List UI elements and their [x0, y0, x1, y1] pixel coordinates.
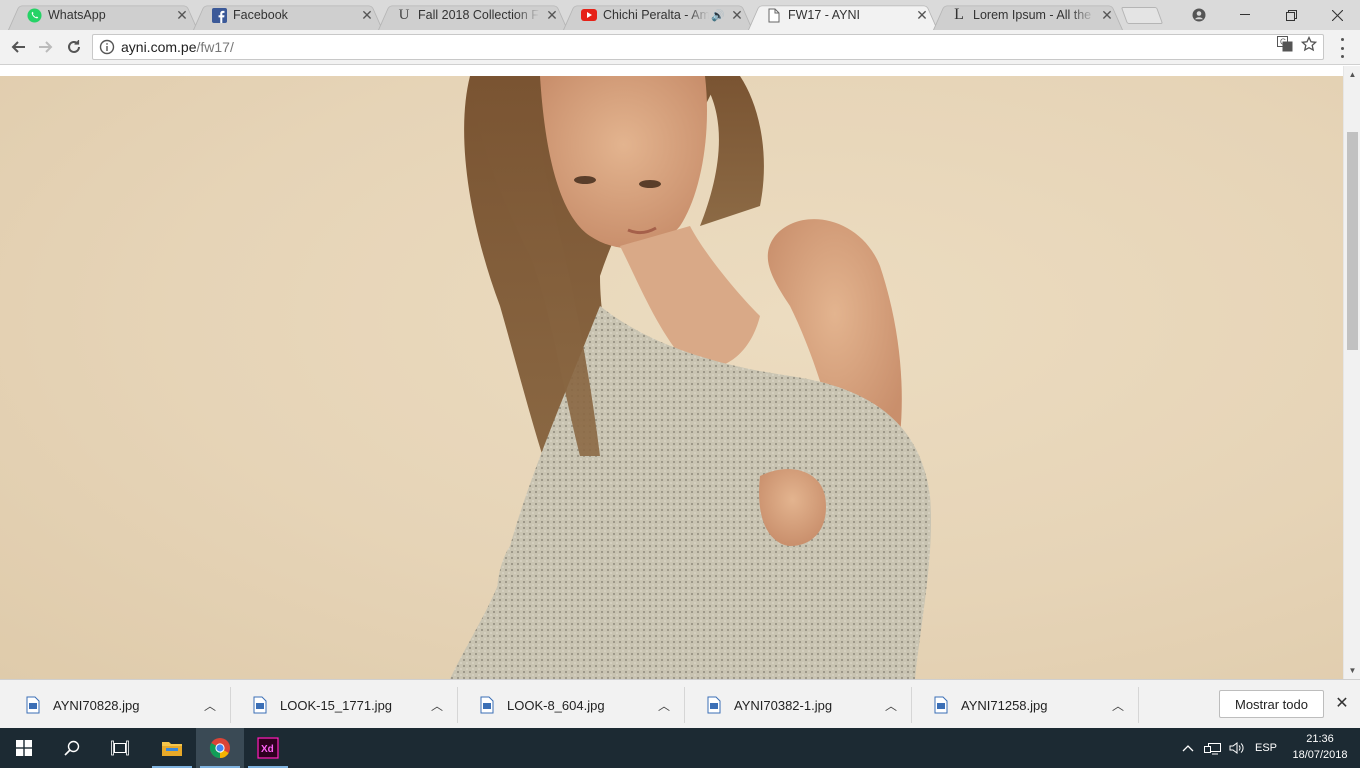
language-indicator[interactable]: ESP [1252, 728, 1280, 768]
image-file-icon [26, 696, 40, 714]
download-item[interactable]: AYNI70382-1.jpg ︿ [685, 687, 912, 723]
windows-taskbar: Xd ESP 21:36 18/07/2018 [0, 728, 1360, 768]
svg-text:G: G [1280, 38, 1286, 47]
tab-fw17-ayni[interactable]: FW17 - AYNI ✕ [748, 0, 938, 30]
new-tab-button[interactable] [1120, 7, 1164, 24]
unsplash-icon: U [398, 6, 410, 23]
whatsapp-icon [26, 7, 42, 23]
close-tab-icon[interactable]: ✕ [914, 7, 930, 23]
close-tab-icon[interactable]: ✕ [1099, 7, 1115, 23]
tab-youtube[interactable]: Chichi Peralta - Amor 🔊 ✕ [563, 0, 753, 30]
chevron-up-icon[interactable]: ︿ [655, 697, 673, 714]
download-filename: LOOK-8_604.jpg [507, 697, 605, 713]
restore-button[interactable] [1268, 0, 1314, 30]
folder-icon [162, 742, 182, 756]
youtube-icon [581, 7, 597, 23]
bookmark-star-icon[interactable] [1300, 35, 1318, 53]
windows-logo-icon [16, 740, 32, 756]
facebook-icon [211, 7, 227, 23]
download-filename: AYNI70382-1.jpg [734, 697, 833, 713]
lipsum-icon: L [954, 6, 964, 23]
hero-image [0, 76, 1343, 679]
scroll-down-arrow-icon[interactable]: ▼ [1344, 662, 1360, 679]
download-filename: LOOK-15_1771.jpg [280, 697, 393, 713]
image-file-icon [707, 696, 721, 714]
adobe-xd-button[interactable]: Xd [244, 728, 292, 768]
tab-whatsapp[interactable]: WhatsApp ✕ [8, 0, 198, 30]
url-path: /fw17/ [196, 39, 234, 55]
close-tab-icon[interactable]: ✕ [544, 7, 560, 23]
scrollbar-thumb[interactable] [1347, 132, 1358, 350]
close-tab-icon[interactable]: ✕ [729, 7, 745, 23]
url-host: ayni.com.pe [121, 39, 197, 55]
search-button[interactable] [48, 728, 96, 768]
show-hidden-icons-chevron-icon[interactable] [1178, 728, 1198, 768]
chrome-menu-icon[interactable] [1334, 38, 1350, 58]
browser-toolbar: ayni.com.pe/fw17/ G [0, 30, 1360, 65]
network-icon[interactable] [1202, 728, 1224, 768]
page-viewport [0, 66, 1343, 679]
volume-icon[interactable] [1226, 728, 1248, 768]
task-view-icon [111, 740, 129, 756]
downloads-shelf: AYNI70828.jpg ︿ LOOK-15_1771.jpg ︿ LOOK-… [0, 679, 1360, 728]
image-file-icon [253, 696, 267, 714]
scroll-up-arrow-icon[interactable]: ▲ [1344, 66, 1360, 83]
chevron-up-icon[interactable]: ︿ [882, 697, 900, 714]
close-shelf-icon[interactable]: ✕ [1332, 694, 1352, 714]
close-window-button[interactable] [1314, 0, 1360, 30]
tab-lorem-ipsum[interactable]: L Lorem Ipsum - All the fa ✕ [933, 0, 1123, 30]
download-filename: AYNI71258.jpg [961, 697, 1048, 713]
close-tab-icon[interactable]: ✕ [359, 7, 375, 23]
download-filename: AYNI70828.jpg [53, 697, 140, 713]
task-view-button[interactable] [96, 728, 144, 768]
document-icon [766, 7, 782, 23]
info-icon[interactable] [99, 39, 115, 55]
download-item[interactable]: AYNI71258.jpg ︿ [912, 687, 1139, 723]
image-file-icon [480, 696, 494, 714]
close-tab-icon[interactable]: ✕ [174, 7, 190, 23]
tab-title: Facebook [233, 8, 288, 22]
clock-time: 21:36 [1306, 733, 1334, 745]
tab-title: FW17 - AYNI [788, 8, 861, 22]
tab-strip: WhatsApp ✕ Facebook ✕ U Fall 2018 Collec… [0, 0, 1360, 30]
chevron-up-icon[interactable]: ︿ [1109, 697, 1127, 714]
reload-button[interactable] [60, 33, 88, 61]
search-icon [64, 740, 80, 756]
show-all-downloads-button[interactable]: Mostrar todo [1219, 690, 1324, 718]
chrome-taskbar-button[interactable] [196, 728, 244, 768]
tab-facebook[interactable]: Facebook ✕ [193, 0, 383, 30]
speaker-icon[interactable]: 🔊 [711, 9, 725, 22]
image-file-icon [934, 696, 948, 714]
system-clock[interactable]: 21:36 18/07/2018 [1284, 731, 1356, 763]
tab-unsplash[interactable]: U Fall 2018 Collection Free ✕ [378, 0, 568, 30]
tab-title: Chichi Peralta - Amor [603, 8, 709, 22]
adobe-xd-icon: Xd [257, 737, 279, 759]
download-item[interactable]: LOOK-15_1771.jpg ︿ [231, 687, 458, 723]
translate-icon[interactable]: G [1276, 35, 1294, 53]
clock-date: 18/07/2018 [1292, 749, 1348, 761]
tab-title: Fall 2018 Collection Free [418, 8, 540, 22]
chevron-up-icon[interactable]: ︿ [201, 697, 219, 714]
minimize-button[interactable] [1222, 0, 1268, 30]
file-explorer-button[interactable] [148, 728, 196, 768]
profile-icon[interactable] [1176, 0, 1222, 30]
download-item[interactable]: AYNI70828.jpg ︿ [4, 687, 231, 723]
tab-title: WhatsApp [48, 8, 106, 22]
model-in-sweater-photo [450, 76, 932, 679]
vertical-scrollbar[interactable]: ▲ ▼ [1343, 66, 1360, 679]
chrome-icon [209, 738, 230, 759]
forward-button[interactable] [32, 33, 60, 61]
chevron-up-icon[interactable]: ︿ [428, 697, 446, 714]
back-button[interactable] [4, 33, 32, 61]
address-bar[interactable]: ayni.com.pe/fw17/ [92, 34, 1324, 60]
download-item[interactable]: LOOK-8_604.jpg ︿ [458, 687, 685, 723]
svg-text:Xd: Xd [261, 744, 274, 755]
tab-title: Lorem Ipsum - All the fa [973, 8, 1095, 22]
start-button[interactable] [0, 728, 48, 768]
url-text: ayni.com.pe/fw17/ [121, 39, 234, 55]
